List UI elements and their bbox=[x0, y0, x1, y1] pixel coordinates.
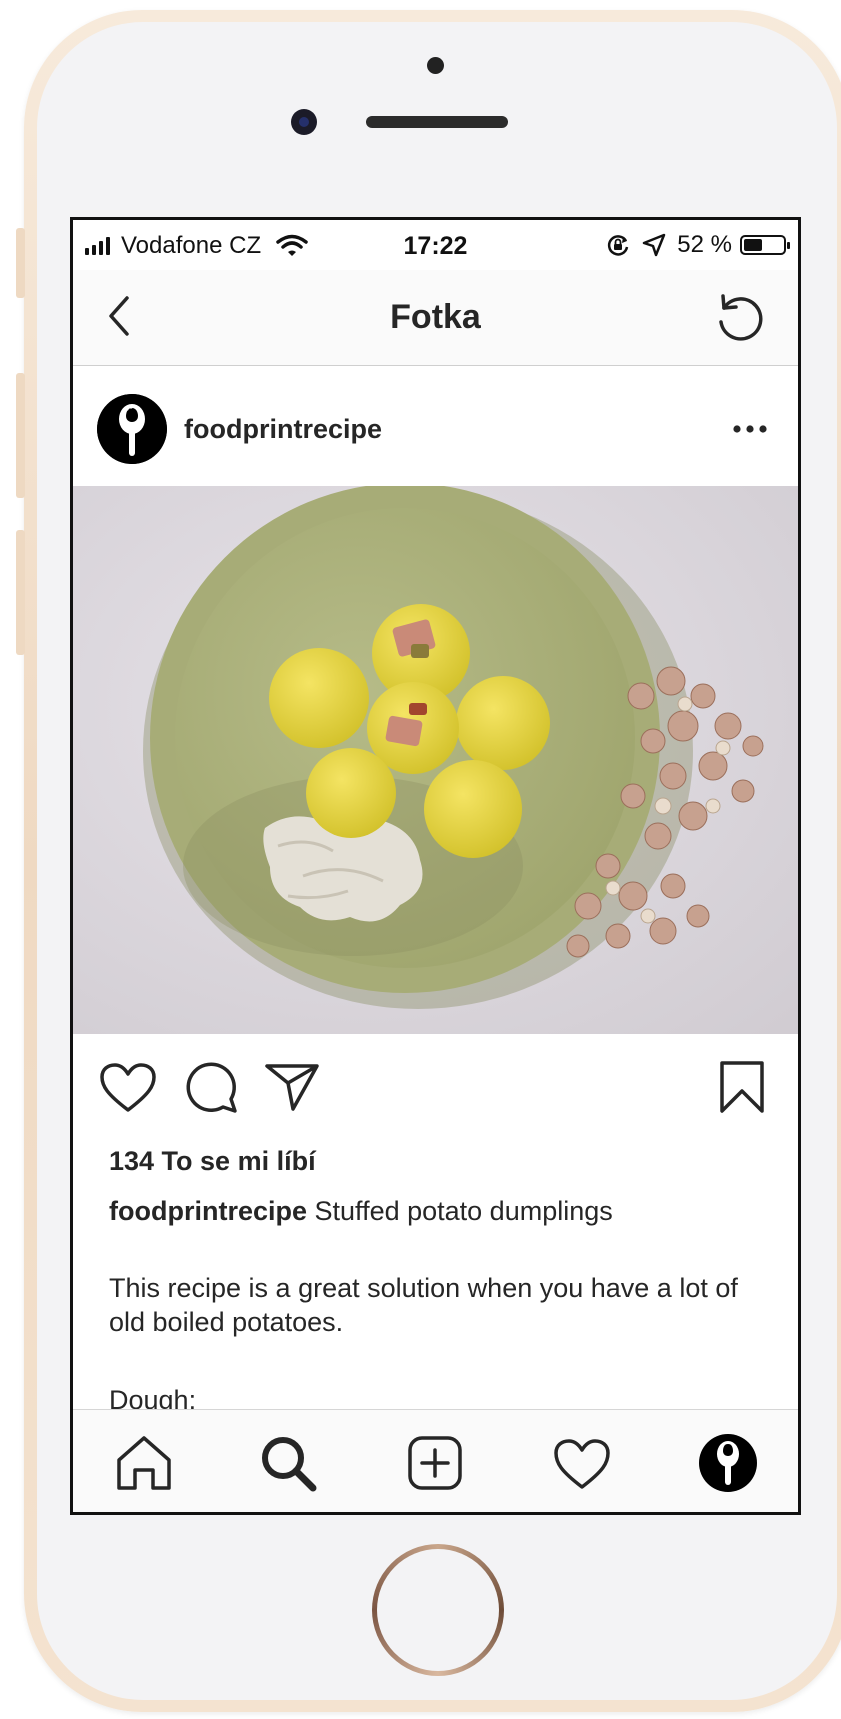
page-title: Fotka bbox=[390, 298, 481, 336]
battery-percent: 52 % bbox=[677, 231, 732, 258]
volume-up-button bbox=[16, 373, 25, 498]
caption: foodprintrecipe Stuffed potato dumplings bbox=[109, 1196, 613, 1227]
status-right: 52 % bbox=[605, 231, 790, 259]
more-icon[interactable] bbox=[732, 424, 768, 434]
caption-title: Stuffed potato dumplings bbox=[314, 1196, 613, 1226]
caption-username[interactable]: foodprintrecipe bbox=[109, 1196, 307, 1226]
caption-body: This recipe is a great solution when you… bbox=[109, 1273, 738, 1337]
send-icon[interactable] bbox=[263, 1061, 321, 1113]
post-username[interactable]: foodprintrecipe bbox=[184, 414, 382, 445]
proximity-sensor bbox=[427, 57, 444, 74]
post-header: foodprintrecipe bbox=[73, 366, 798, 486]
likes-count[interactable]: 134 To se mi líbí bbox=[109, 1146, 316, 1177]
comment-icon[interactable] bbox=[185, 1061, 239, 1115]
post-actions bbox=[73, 1034, 798, 1144]
activity-heart-icon[interactable] bbox=[551, 1432, 613, 1494]
add-post-icon[interactable] bbox=[404, 1432, 466, 1494]
location-icon bbox=[643, 233, 666, 257]
profile-avatar-icon[interactable] bbox=[697, 1432, 759, 1494]
mute-switch bbox=[16, 228, 25, 298]
avatar[interactable] bbox=[97, 394, 167, 464]
tab-bar bbox=[73, 1409, 798, 1512]
home-icon[interactable] bbox=[113, 1432, 175, 1494]
home-button[interactable] bbox=[372, 1544, 504, 1676]
refresh-icon[interactable] bbox=[712, 290, 768, 346]
earpiece-speaker bbox=[366, 116, 508, 128]
post-photo[interactable] bbox=[73, 486, 798, 1034]
battery-icon bbox=[740, 235, 790, 255]
search-icon[interactable] bbox=[257, 1432, 319, 1494]
heart-icon[interactable] bbox=[99, 1062, 157, 1114]
status-bar: Vodafone CZ 17:22 52 % bbox=[73, 220, 798, 270]
phone-screen: Vodafone CZ 17:22 52 % Fotka foodprintre… bbox=[70, 217, 801, 1515]
food-illustration bbox=[73, 486, 798, 1034]
nav-bar: Fotka bbox=[73, 270, 798, 366]
volume-down-button bbox=[16, 530, 25, 655]
front-camera bbox=[291, 109, 317, 135]
battery-fill bbox=[744, 239, 762, 251]
bookmark-icon[interactable] bbox=[718, 1059, 766, 1115]
rotation-lock-icon bbox=[608, 235, 629, 256]
